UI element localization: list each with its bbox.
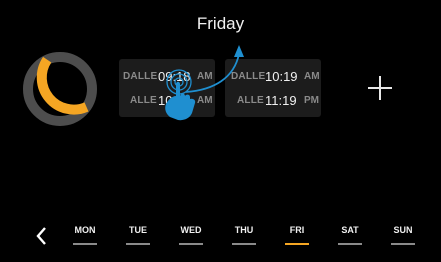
day-label: SUN (393, 225, 413, 235)
day-tab-fri[interactable]: FRI (277, 225, 317, 245)
day-tab-wed[interactable]: WED (171, 225, 211, 245)
chevron-left-icon[interactable] (33, 225, 51, 247)
day-label: TUE (129, 225, 147, 235)
from-label: DALLE (123, 71, 158, 82)
to-label: ALLE (237, 95, 264, 106)
day-tab-mon[interactable]: MON (65, 225, 105, 245)
day-label: MON (74, 225, 96, 235)
from-time: 10:19 (265, 69, 298, 84)
day-tab-sat[interactable]: SAT (330, 225, 370, 245)
day-label: THU (234, 225, 254, 235)
plus-icon[interactable] (368, 76, 392, 100)
day-tab-sun[interactable]: SUN (383, 225, 423, 245)
time-slot-card[interactable]: DALLE 09:18 AM ALLE 10:18 AM (119, 59, 215, 117)
from-ampm: AM (304, 71, 320, 82)
tap-hand-icon (165, 45, 244, 121)
from-ampm: AM (197, 71, 213, 82)
from-label: DALLE (231, 71, 266, 82)
to-ampm: AM (197, 95, 213, 106)
time-slot-card[interactable]: DALLE 10:19 AM ALLE 11:19 PM (225, 59, 321, 117)
day-tab-tue[interactable]: TUE (118, 225, 158, 245)
to-label: ALLE (130, 95, 157, 106)
weekday-selector: MON TUE WED THU FRI SAT SUN (60, 225, 430, 255)
to-time: 11:19 (265, 93, 297, 108)
to-ampm: PM (304, 95, 319, 106)
day-label: FRI (289, 225, 305, 235)
day-tab-thu[interactable]: THU (224, 225, 264, 245)
to-time: 10:18 (158, 93, 191, 108)
day-label: WED (180, 225, 202, 235)
day-label: SAT (341, 225, 359, 235)
day-title: Friday (196, 14, 245, 33)
from-time: 09:18 (158, 69, 191, 84)
schedule-ring (23, 52, 97, 126)
